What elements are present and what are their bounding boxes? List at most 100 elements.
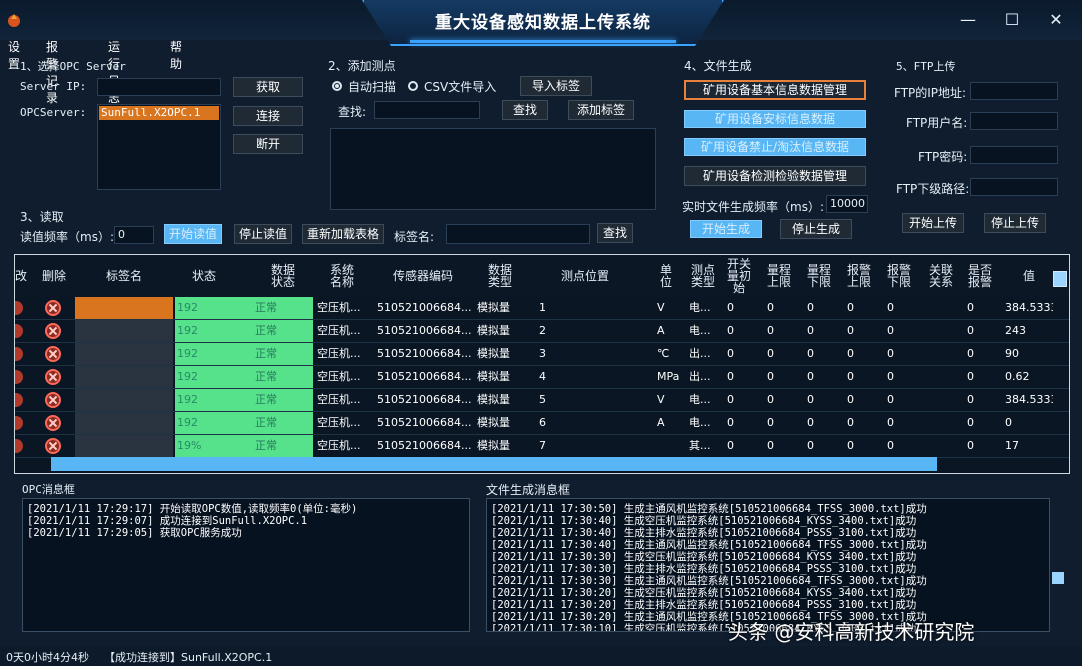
import-tags-button[interactable]: 导入标签: [520, 76, 592, 96]
inspection-data-button[interactable]: 矿用设备检测检验数据管理: [684, 166, 866, 186]
ftp-user-label: FTP用户名:: [906, 116, 968, 130]
column-header[interactable]: 标签名: [75, 255, 173, 297]
ftp-password-input[interactable]: [970, 146, 1058, 164]
reload-table-button[interactable]: 重新加载表格: [302, 224, 384, 244]
table-row[interactable]: 192 正常 空压机... 510521006684... 模拟量 6 A 电... 0 0 0 0 0…: [15, 412, 1069, 435]
column-header[interactable]: 状态: [173, 255, 235, 297]
table-row[interactable]: 192 正常 空压机... 510521006684... 模拟量 4 MPa 出... 0 0 0…: [15, 366, 1069, 389]
cell-c1: 0: [727, 393, 734, 406]
disconnect-button[interactable]: 断开: [233, 134, 303, 154]
edit-icon[interactable]: [15, 301, 23, 315]
column-header[interactable]: 数据 状态: [253, 255, 313, 297]
edit-icon[interactable]: [15, 439, 23, 453]
cell-state: 192: [175, 320, 253, 342]
server-ip-input[interactable]: [97, 78, 221, 96]
column-header[interactable]: 测点位置: [535, 255, 635, 297]
cell-value: 384.5333: [1005, 393, 1053, 406]
cell-c4: 0: [847, 324, 854, 337]
column-header[interactable]: 值: [1001, 255, 1057, 297]
file-log-box[interactable]: [2021/1/11 17:30:50] 生成主通风机监控系统[51052100…: [486, 498, 1050, 632]
edit-icon[interactable]: [15, 324, 23, 338]
table-row[interactable]: 192 正常 空压机... 510521006684... 模拟量 5 V 电... 0 0 0 0 0…: [15, 389, 1069, 412]
menu-settings[interactable]: 设置: [8, 38, 20, 72]
edit-icon[interactable]: [15, 347, 23, 361]
table-row[interactable]: 19% 正常 空压机... 510521006684... 模拟量 7 其... 0 0 0 0 0 0…: [15, 435, 1069, 458]
data-table[interactable]: 改删除 标签名 状态 数据 状态 系统 名称 传感器编码 数据 类型 测点位置单 位测点 类型…: [14, 254, 1070, 474]
cell-c3: 0: [807, 393, 814, 406]
horizontal-scrollbar[interactable]: [51, 457, 937, 471]
stop-read-button[interactable]: 停止读值: [234, 224, 292, 244]
delete-icon[interactable]: [45, 438, 61, 454]
delete-icon[interactable]: [45, 300, 61, 316]
menu-help[interactable]: 帮助: [170, 38, 182, 72]
basic-info-button[interactable]: 矿用设备基本信息数据管理: [684, 80, 866, 100]
auto-scan-radio[interactable]: [332, 81, 342, 91]
opcserver-list[interactable]: SunFull.X2OPC.1: [97, 104, 221, 190]
column-header[interactable]: 单 位: [651, 255, 681, 297]
edit-icon[interactable]: [15, 416, 23, 430]
points-search-input[interactable]: [374, 101, 480, 119]
vertical-scrollbar[interactable]: [1053, 271, 1067, 287]
ftp-path-input[interactable]: [970, 178, 1058, 196]
connect-button[interactable]: 连接: [233, 106, 303, 126]
column-header[interactable]: 量程 下限: [801, 255, 837, 297]
delete-icon[interactable]: [45, 369, 61, 385]
stop-generate-button[interactable]: 停止生成: [780, 219, 852, 239]
delete-icon[interactable]: [45, 415, 61, 431]
delete-icon[interactable]: [45, 392, 61, 408]
column-header[interactable]: 改: [15, 255, 27, 297]
read-freq-input[interactable]: 0: [114, 226, 154, 244]
close-icon[interactable]: ✕: [1046, 10, 1066, 30]
cell-state: 19%: [175, 435, 253, 457]
maximize-icon[interactable]: ☐: [1002, 10, 1022, 30]
table-row[interactable]: 192 正常 空压机... 510521006684... 模拟量 2 A 电... 0 0 0 0 0…: [15, 320, 1069, 343]
ban-info-button[interactable]: 矿用设备禁止/淘汰信息数据: [684, 138, 866, 156]
column-header[interactable]: 测点 类型: [685, 255, 721, 297]
cell-value: 243: [1005, 324, 1026, 337]
ftp-user-input[interactable]: [970, 112, 1058, 130]
cell-pos: 5: [539, 393, 546, 406]
edit-icon[interactable]: [15, 393, 23, 407]
points-search-button[interactable]: 查找: [502, 100, 548, 120]
stop-upload-button[interactable]: 停止上传: [984, 213, 1046, 233]
cell-ptype: 电...: [689, 301, 711, 314]
column-header[interactable]: 开关 量初 始: [721, 255, 757, 297]
safety-info-button[interactable]: 矿用设备安标信息数据: [684, 110, 866, 128]
cell-c1: 0: [727, 416, 734, 429]
column-header[interactable]: 报警 下限: [881, 255, 917, 297]
delete-icon[interactable]: [45, 346, 61, 362]
column-header[interactable]: 关联 关系: [923, 255, 959, 297]
add-tag-button[interactable]: 添加标签: [568, 100, 634, 120]
tag-name-input[interactable]: [446, 224, 590, 244]
start-read-button[interactable]: 开始读值: [164, 224, 222, 244]
tag-name-cell: [75, 343, 173, 365]
column-header[interactable]: 传感器编码: [371, 255, 475, 297]
table-row[interactable]: 192 正常 空压机... 510521006684... 模拟量 1 V 电... 0 0 0 0 0…: [15, 297, 1069, 320]
column-header[interactable]: 量程 上限: [761, 255, 797, 297]
start-generate-button[interactable]: 开始生成: [690, 220, 762, 238]
file-log-scroll-thumb[interactable]: [1052, 572, 1064, 584]
delete-icon[interactable]: [45, 323, 61, 339]
csv-import-radio[interactable]: [408, 81, 418, 91]
points-list[interactable]: [330, 128, 656, 210]
column-header[interactable]: 报警 上限: [841, 255, 877, 297]
tag-search-button[interactable]: 查找: [597, 223, 633, 243]
column-header[interactable]: 是否 报警: [963, 255, 997, 297]
edit-icon[interactable]: [15, 370, 23, 384]
column-header[interactable]: 删除: [39, 255, 69, 297]
get-button[interactable]: 获取: [233, 77, 303, 97]
cell-dtype: 模拟量: [477, 393, 510, 406]
table-row[interactable]: 192 正常 空压机... 510521006684... 模拟量 3 ℃ 出... 0 0 0 0 0…: [15, 343, 1069, 366]
start-upload-button[interactable]: 开始上传: [902, 213, 964, 233]
cell-dtype: 模拟量: [477, 370, 510, 383]
file-freq-input[interactable]: 10000: [826, 195, 868, 213]
ftp-ip-input[interactable]: [970, 82, 1058, 100]
cell-c2: 0: [767, 301, 774, 314]
minimize-icon[interactable]: —: [958, 10, 978, 30]
column-header[interactable]: 数据 类型: [475, 255, 525, 297]
column-header[interactable]: 系统 名称: [313, 255, 371, 297]
opcserver-selected-item[interactable]: SunFull.X2OPC.1: [99, 106, 219, 120]
opc-log-box[interactable]: [2021/1/11 17:29:17] 开始读取OPC数值,读取频率0(单位:…: [22, 498, 470, 632]
cell-c3: 0: [807, 370, 814, 383]
cell-pos: 7: [539, 439, 546, 452]
